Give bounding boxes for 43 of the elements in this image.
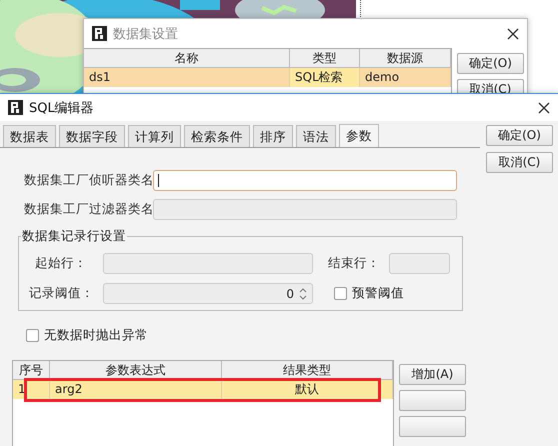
group-title: 数据集记录行设置 bbox=[21, 228, 127, 245]
tab[interactable]: 数据表 bbox=[3, 125, 56, 147]
column-header: 序号 bbox=[13, 361, 50, 379]
tab[interactable]: 参数 bbox=[339, 124, 379, 148]
input-field[interactable] bbox=[153, 170, 457, 191]
table-action-button[interactable] bbox=[399, 390, 466, 411]
table-cell: SQL检索 bbox=[290, 68, 360, 87]
column-header: 名称 bbox=[84, 49, 290, 67]
tab[interactable]: 检索条件 bbox=[184, 125, 250, 147]
checkbox[interactable] bbox=[334, 287, 347, 300]
column-header: 结果类型 bbox=[222, 361, 393, 379]
table-cell: 默认 bbox=[222, 380, 393, 399]
add-button[interactable]: 增加(A) bbox=[399, 364, 466, 385]
table-cell: 1 bbox=[13, 380, 50, 399]
tab[interactable]: 计算列 bbox=[128, 125, 181, 147]
tab[interactable]: 语法 bbox=[296, 125, 336, 147]
table-cell: arg2 bbox=[50, 380, 222, 399]
dialog-button[interactable]: 确定(O) bbox=[457, 53, 524, 74]
column-header: 类型 bbox=[290, 49, 360, 67]
app-logo-icon bbox=[8, 100, 23, 115]
dialog-button[interactable]: 确定(O) bbox=[486, 125, 553, 146]
table-cell: demo bbox=[360, 68, 451, 87]
tab[interactable]: 数据字段 bbox=[59, 125, 125, 147]
dialog-title: 数据集设置 bbox=[113, 26, 178, 42]
app-logo-icon bbox=[92, 26, 107, 41]
input-field bbox=[389, 253, 450, 274]
checkbox-label: 无数据时抛出异常 bbox=[44, 327, 148, 344]
tab[interactable]: 排序 bbox=[253, 125, 293, 147]
checkbox-label: 预警阈值 bbox=[352, 285, 404, 302]
column-header: 参数表达式 bbox=[50, 361, 222, 379]
field-label: 数据集工厂过滤器类名 bbox=[24, 201, 153, 218]
dialog-button[interactable]: 取消(C) bbox=[486, 152, 553, 173]
field-label: 起始行： bbox=[35, 255, 88, 272]
dialog-title: SQL编辑器 bbox=[29, 100, 94, 116]
field-label: 数据集工厂侦听器类名 bbox=[24, 172, 153, 189]
number-field[interactable]: 0 bbox=[103, 283, 313, 304]
checkbox[interactable] bbox=[26, 329, 39, 342]
table-action-button[interactable] bbox=[399, 416, 466, 437]
column-header: 数据源 bbox=[360, 49, 451, 67]
close-icon[interactable] bbox=[507, 28, 519, 40]
close-icon[interactable] bbox=[538, 102, 550, 114]
field-label: 结束行： bbox=[328, 255, 381, 272]
field-label: 记录阈值： bbox=[29, 285, 95, 302]
